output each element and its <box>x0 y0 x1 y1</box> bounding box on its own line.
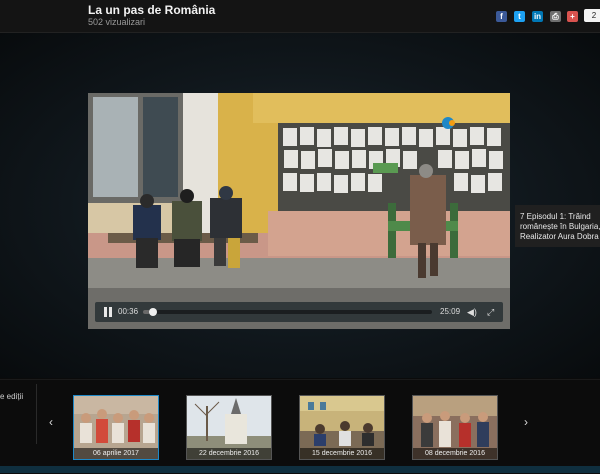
thumbnail-date: 08 decembrie 2016 <box>413 448 497 459</box>
thumbnail-date: 15 decembrie 2016 <box>300 448 384 459</box>
divider <box>36 384 37 444</box>
next-episode-line3: Realizator Aura Dobra <box>520 232 599 241</box>
linkedin-icon[interactable]: in <box>532 11 543 22</box>
top-bar: La un pas de România 502 vizualizari f t… <box>0 0 600 33</box>
volume-icon[interactable]: ◀) <box>467 307 481 317</box>
duration: 25:09 <box>440 307 461 316</box>
seek-handle[interactable] <box>149 308 157 316</box>
fullscreen-icon[interactable]: ⤢ <box>487 307 497 317</box>
chevron-left-icon[interactable]: ‹ <box>46 416 56 428</box>
seek-bar[interactable] <box>143 308 432 316</box>
next-episode-line1: 7 Episodul 1: Trăind <box>520 212 591 221</box>
editions-strip: e ediții ‹ 06 aprilie 2017 22 decembrie … <box>0 379 600 474</box>
print-icon[interactable]: ⎙ <box>550 11 561 22</box>
page-title: La un pas de România <box>88 3 216 17</box>
bottom-bar <box>0 466 600 473</box>
video-frame[interactable] <box>88 93 510 329</box>
thumbnail-1[interactable]: 06 aprilie 2017 <box>73 395 159 460</box>
next-episode-line2: românește în Bulgaria, <box>520 222 600 231</box>
facebook-icon[interactable]: f <box>496 11 507 22</box>
pause-icon[interactable] <box>104 307 113 317</box>
twitter-icon[interactable]: t <box>514 11 525 22</box>
current-time: 00:36 <box>118 307 139 316</box>
view-count: 502 vizualizari <box>88 17 146 27</box>
editions-label: e ediții <box>0 392 24 401</box>
thumbnail-date: 22 decembrie 2016 <box>187 448 271 459</box>
plus-icon[interactable]: + <box>567 11 578 22</box>
next-episode-panel[interactable]: 7 Episodul 1: Trăind românește în Bulgar… <box>515 205 600 247</box>
player-controls: 00:36 25:09 ◀) ⤢ <box>95 302 503 322</box>
share-count-badge: 2 <box>584 9 600 22</box>
thumbnail-2[interactable]: 22 decembrie 2016 <box>186 395 272 460</box>
thumbnail-date: 06 aprilie 2017 <box>74 448 158 459</box>
chevron-right-icon[interactable]: › <box>521 416 531 428</box>
thumbnail-4[interactable]: 08 decembrie 2016 <box>412 395 498 460</box>
thumbnail-3[interactable]: 15 decembrie 2016 <box>299 395 385 460</box>
